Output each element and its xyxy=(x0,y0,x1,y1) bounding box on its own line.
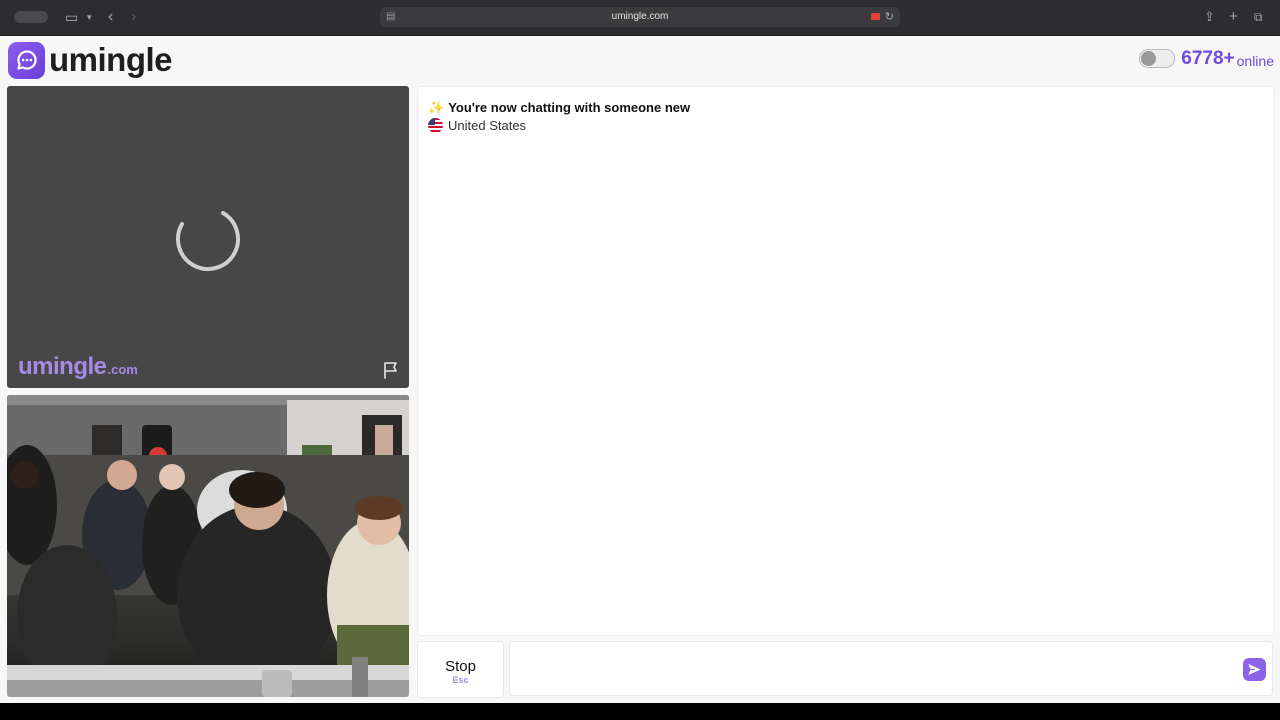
share-icon[interactable]: ⇪ xyxy=(1204,8,1215,26)
url-text: umingle.com xyxy=(611,11,669,22)
report-flag-icon[interactable] xyxy=(381,360,401,380)
online-label: online xyxy=(1236,53,1274,69)
toggle-knob xyxy=(1141,51,1157,66)
online-count: 6778+ xyxy=(1181,48,1235,69)
watermark-domain: .com xyxy=(107,362,138,377)
camera-in-use-icon[interactable] xyxy=(871,13,880,20)
self-video xyxy=(7,395,409,697)
logo-text: umingle xyxy=(49,41,173,78)
new-tab-icon[interactable]: + xyxy=(1229,8,1238,26)
sidebar-icon[interactable]: ▭ xyxy=(65,8,78,26)
chevron-down-icon[interactable]: ▾ xyxy=(87,8,92,26)
webcam-feed xyxy=(7,395,409,697)
loading-spinner-icon xyxy=(176,211,240,271)
site-logo[interactable]: umingle xyxy=(8,40,173,80)
message-box[interactable] xyxy=(509,641,1273,697)
country-name: United States xyxy=(448,118,527,133)
stranger-video: umingle .com xyxy=(7,86,409,388)
address-bar[interactable]: ▤ umingle.com ↻ xyxy=(380,7,900,27)
stop-label: Stop xyxy=(445,658,476,675)
stranger-country: United States xyxy=(428,118,526,133)
chat-panel: ✨ You're now chatting with someone new Un… xyxy=(417,86,1275,636)
page: umingle 6778+ online umingle .com ✨ You'… xyxy=(0,36,1280,703)
status-text: You're now chatting with someone new xyxy=(448,100,691,115)
chat-bubble-icon xyxy=(8,41,45,79)
forward-icon[interactable]: › xyxy=(131,8,136,26)
stop-shortcut-hint: Esc xyxy=(452,675,469,685)
us-flag-icon xyxy=(428,118,443,133)
theme-toggle[interactable] xyxy=(1139,49,1176,68)
message-input[interactable] xyxy=(520,642,1224,697)
online-indicator: 6778+ online xyxy=(1139,48,1274,70)
reload-icon[interactable]: ↻ xyxy=(885,7,894,27)
watermark-text: umingle xyxy=(18,353,107,380)
sparkles-icon: ✨ xyxy=(428,100,445,115)
back-icon[interactable]: ‹ xyxy=(108,8,113,26)
tab-overview-icon[interactable]: ⧉ xyxy=(1254,8,1263,26)
window-controls[interactable] xyxy=(14,11,48,23)
browser-toolbar: ▭ ▾ ‹ › ▤ umingle.com ↻ ⇪ + ⧉ xyxy=(0,0,1280,36)
stop-button[interactable]: Stop Esc xyxy=(417,641,504,698)
watermark: umingle .com xyxy=(18,353,138,381)
send-icon xyxy=(1248,664,1261,675)
send-button[interactable] xyxy=(1243,658,1266,681)
chat-status-message: ✨ You're now chatting with someone new xyxy=(428,100,690,116)
